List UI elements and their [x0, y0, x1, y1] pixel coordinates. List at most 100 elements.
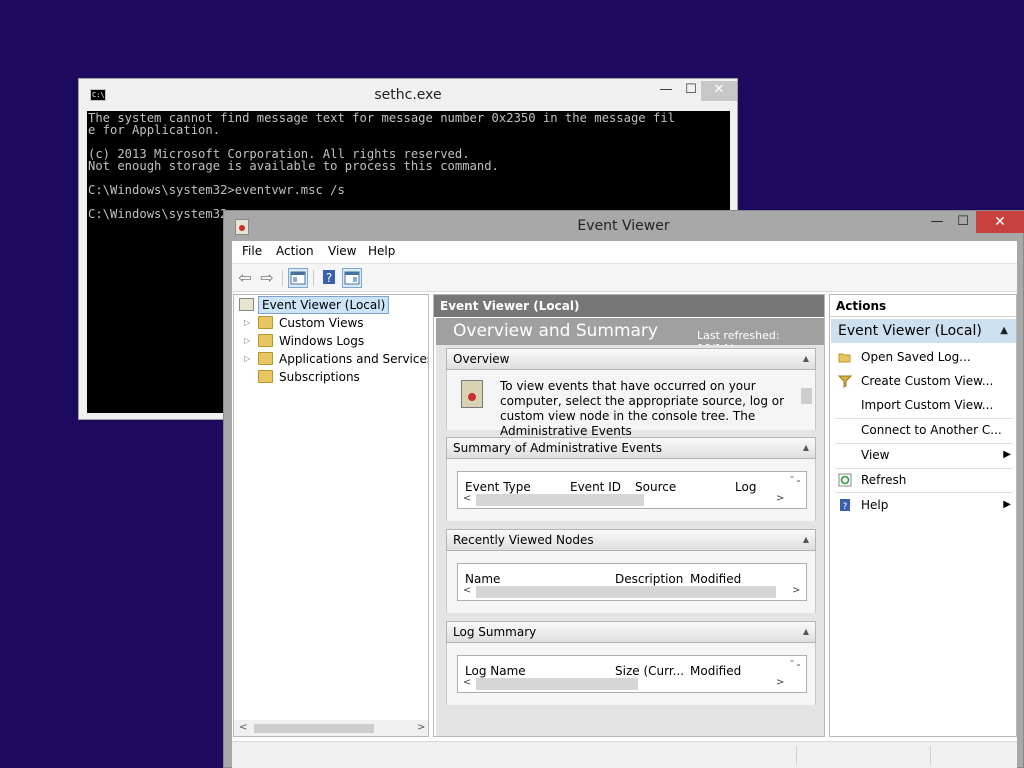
- summary-grid[interactable]: Event Type Event ID Source Log ⌃⌄ < >: [457, 471, 807, 509]
- collapse-icon[interactable]: ▲: [1000, 319, 1008, 343]
- column-header[interactable]: Log Name: [465, 664, 526, 678]
- section-header-recent[interactable]: Recently Viewed Nodes ▲: [446, 529, 816, 551]
- column-header[interactable]: Event Type: [465, 480, 531, 494]
- scroll-thumb[interactable]: [476, 678, 638, 690]
- collapse-icon[interactable]: ▲: [803, 622, 809, 642]
- menu-view[interactable]: View: [328, 244, 356, 258]
- center-pane: Event Viewer (Local) Overview and Summar…: [433, 294, 825, 737]
- status-divider: [930, 746, 931, 765]
- scroll-thumb[interactable]: [254, 724, 374, 733]
- section-title: Overview: [453, 352, 510, 366]
- ev-client-area: File Action View Help ⇦ ⇨ ? Event Viewer…: [232, 241, 1017, 768]
- log-summary-grid[interactable]: Log Name Size (Curr... Modified ⌃⌄ < >: [457, 655, 807, 693]
- section-title: Summary of Administrative Events: [453, 441, 662, 455]
- column-header[interactable]: Event ID: [570, 480, 621, 494]
- tree-item-subscriptions[interactable]: Subscriptions: [234, 368, 428, 386]
- recent-grid[interactable]: Name Description Modified < >: [457, 563, 807, 601]
- folder-icon: [258, 334, 273, 347]
- scroll-updown-icon[interactable]: ⌃⌄: [789, 476, 802, 484]
- tree-item-label: Subscriptions: [279, 370, 360, 384]
- tree-horizontal-scrollbar[interactable]: < >: [234, 720, 428, 736]
- collapse-icon[interactable]: ▲: [803, 530, 809, 550]
- subscriptions-icon: [258, 370, 273, 383]
- menu-help[interactable]: Help: [368, 244, 395, 258]
- help-icon[interactable]: ?: [319, 268, 339, 288]
- action-connect-to-another-computer[interactable]: Connect to Another C...: [830, 418, 1016, 442]
- scroll-left-icon[interactable]: <: [463, 585, 471, 596]
- ev-minimize-button[interactable]: —: [924, 211, 950, 233]
- center-pane-header: Event Viewer (Local): [434, 295, 824, 317]
- forward-icon[interactable]: ⇨: [257, 268, 277, 288]
- scroll-right-icon[interactable]: >: [417, 720, 425, 736]
- tree-item-event-viewer-local[interactable]: Event Viewer (Local): [234, 296, 428, 314]
- scroll-left-icon[interactable]: <: [463, 677, 471, 688]
- action-help[interactable]: ? Help ▶: [830, 493, 1016, 517]
- scroll-thumb[interactable]: [476, 586, 776, 598]
- svg-text:?: ?: [326, 271, 332, 285]
- cmd-maximize-button[interactable]: ☐: [679, 81, 703, 101]
- actions-section-event-viewer-local[interactable]: Event Viewer (Local) ▲: [831, 319, 1016, 343]
- column-header[interactable]: Log: [735, 480, 756, 494]
- action-import-custom-view[interactable]: Import Custom View...: [830, 393, 1016, 417]
- show-hide-console-tree-icon[interactable]: [288, 268, 308, 288]
- console-tree[interactable]: Event Viewer (Local) ▷ Custom Views ▷ Wi…: [233, 294, 429, 737]
- tree-item-applications-and-services[interactable]: ▷ Applications and Services Lo: [234, 350, 428, 368]
- action-refresh[interactable]: Refresh: [830, 468, 1016, 492]
- event-viewer-window[interactable]: Event Viewer — ☐ ✕ File Action View Help…: [223, 210, 1024, 768]
- collapse-icon[interactable]: ▲: [803, 349, 809, 369]
- tree-item-label: Windows Logs: [279, 334, 365, 348]
- ev-window-title: Event Viewer: [577, 218, 670, 234]
- tree-item-label: Event Viewer (Local): [258, 296, 390, 314]
- column-header[interactable]: Modified: [690, 664, 741, 678]
- filter-icon: [837, 374, 853, 388]
- scroll-left-icon[interactable]: <: [239, 720, 247, 736]
- tree-item-custom-views[interactable]: ▷ Custom Views: [234, 314, 428, 332]
- column-header[interactable]: Modified: [690, 572, 741, 586]
- expand-arrow-icon[interactable]: ▷: [244, 314, 250, 332]
- scroll-thumb[interactable]: [801, 388, 812, 404]
- section-title: Log Summary: [453, 625, 537, 639]
- menu-bar: File Action View Help: [232, 241, 1017, 263]
- actions-header: Actions: [830, 295, 1016, 317]
- status-divider: [796, 746, 797, 765]
- scroll-thumb[interactable]: [476, 494, 644, 506]
- toolbar-separator: [282, 270, 283, 286]
- action-create-custom-view[interactable]: Create Custom View...: [830, 369, 1016, 393]
- back-icon[interactable]: ⇦: [235, 268, 255, 288]
- collapse-icon[interactable]: ▲: [803, 438, 809, 458]
- expand-arrow-icon[interactable]: ▷: [244, 350, 250, 368]
- scroll-right-icon[interactable]: >: [776, 677, 784, 688]
- action-label: Help: [861, 498, 889, 512]
- action-open-saved-log[interactable]: Open Saved Log...: [830, 345, 1016, 369]
- cmd-close-button[interactable]: ✕: [701, 81, 737, 101]
- menu-action[interactable]: Action: [276, 244, 314, 258]
- column-header[interactable]: Size (Curr...: [615, 664, 684, 678]
- ev-maximize-button[interactable]: ☐: [950, 211, 976, 233]
- scroll-right-icon[interactable]: >: [776, 493, 784, 504]
- tree-item-windows-logs[interactable]: ▷ Windows Logs: [234, 332, 428, 350]
- action-label: Import Custom View...: [861, 398, 994, 412]
- scroll-right-icon[interactable]: >: [792, 585, 800, 596]
- cmd-title-bar[interactable]: C:\ sethc.exe — ☐ ✕: [79, 79, 737, 111]
- section-header-summary[interactable]: Summary of Administrative Events ▲: [446, 437, 816, 459]
- scroll-left-icon[interactable]: <: [463, 493, 471, 504]
- action-label: Connect to Another C...: [861, 423, 1002, 437]
- overview-scrollbar[interactable]: [799, 374, 813, 426]
- menu-file[interactable]: File: [242, 244, 262, 258]
- center-body[interactable]: Overview ▲ To view events that have occu…: [436, 345, 824, 736]
- show-hide-action-pane-icon[interactable]: [342, 268, 362, 288]
- action-label: View: [861, 448, 890, 462]
- toolbar: ⇦ ⇨ ?: [232, 263, 1017, 292]
- column-header[interactable]: Name: [465, 572, 500, 586]
- column-header[interactable]: Source: [635, 480, 676, 494]
- expand-arrow-icon[interactable]: ▷: [244, 332, 250, 350]
- section-header-overview[interactable]: Overview ▲: [446, 348, 816, 370]
- ev-close-button[interactable]: ✕: [976, 211, 1024, 233]
- folder-icon: [258, 352, 273, 365]
- cmd-minimize-button[interactable]: —: [653, 81, 679, 101]
- scroll-updown-icon[interactable]: ⌃⌄: [789, 660, 802, 668]
- action-view[interactable]: View ▶: [830, 443, 1016, 467]
- actions-pane: Actions Event Viewer (Local) ▲ Open Save…: [829, 294, 1017, 737]
- section-header-log-summary[interactable]: Log Summary ▲: [446, 621, 816, 643]
- column-header[interactable]: Description: [615, 572, 683, 586]
